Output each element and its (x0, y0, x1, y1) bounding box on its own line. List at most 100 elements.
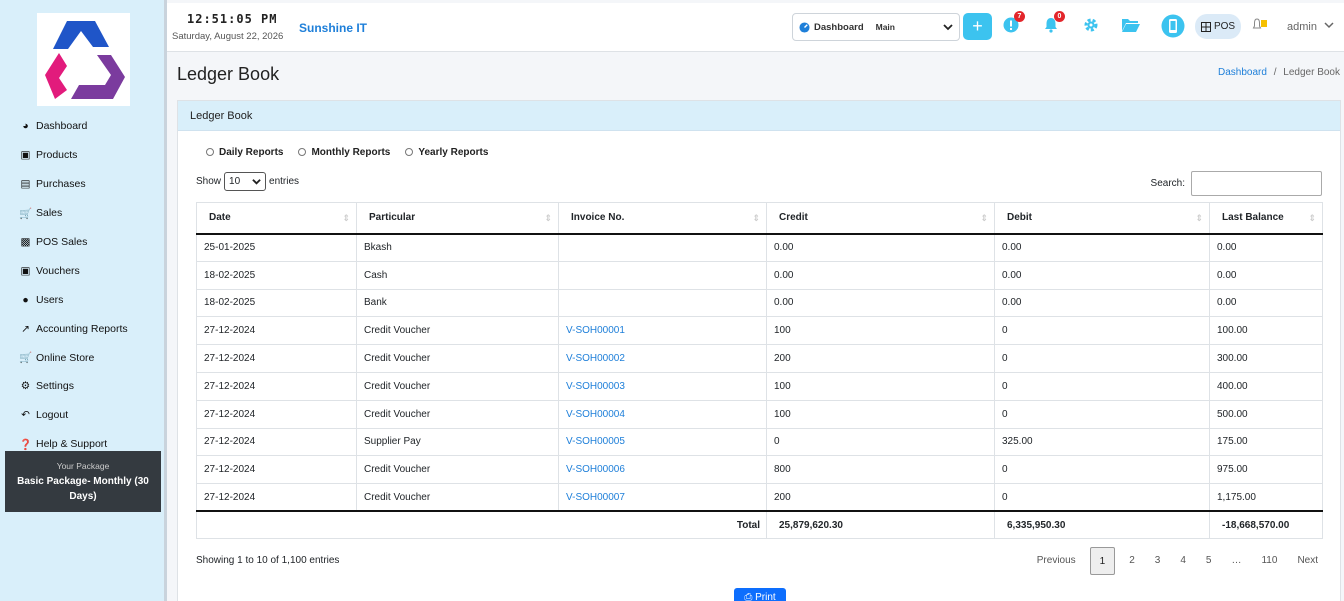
cell-particular: Credit Voucher (356, 483, 559, 512)
print-label: Print (755, 592, 776, 601)
breadcrumb-home[interactable]: Dashboard (1218, 67, 1267, 78)
cell-debit: 0 (994, 371, 1210, 401)
table-row: 27-12-2024 Credit Voucher V-SOH00007 200 0 1,… (196, 483, 1323, 512)
gear-icon (1084, 18, 1098, 32)
pagination-page[interactable]: 1 (1089, 547, 1116, 575)
column-header[interactable]: Invoice No. ⇕ (558, 202, 767, 235)
voucher-icon: ▣ (20, 264, 31, 277)
sidebar-item-label: Help & Support (36, 438, 108, 451)
column-header[interactable]: Last Balance ⇕ (1209, 202, 1323, 235)
print-button[interactable]: ⎙ Print (734, 588, 786, 601)
column-header[interactable]: Credit ⇕ (766, 202, 995, 235)
cell-invoice: V-SOH00003 (558, 371, 767, 401)
admin-menu[interactable]: admin (1287, 20, 1334, 33)
cell-balance: 0.00 (1209, 233, 1323, 262)
invoice-link[interactable]: V-SOH00005 (566, 436, 625, 447)
mobile-button[interactable] (1161, 14, 1185, 41)
pagination-page[interactable]: 2 (1119, 547, 1145, 575)
sidebar-item-label: Online Store (36, 351, 95, 364)
pagination-previous[interactable]: Previous (1027, 547, 1086, 575)
report-type-options: Daily Reports Monthly Reports Yearly Rep… (206, 147, 488, 158)
cell-balance: 100.00 (1209, 316, 1323, 346)
total-credit: 25,879,620.30 (766, 510, 995, 539)
dashboard-select[interactable]: Dashboard Main (792, 13, 960, 41)
bell-outline-icon (1252, 18, 1267, 29)
pos-button[interactable]: POS (1195, 14, 1241, 39)
column-header[interactable]: Debit ⇕ (994, 202, 1210, 235)
sidebar-item-label: Logout (36, 409, 69, 422)
sidebar-item-label: Dashboard (36, 120, 88, 133)
invoice-link[interactable]: V-SOH00004 (566, 409, 625, 420)
dashboard-select-value: Main (875, 22, 895, 32)
cell-particular: Credit Voucher (356, 344, 559, 373)
daily-reports-radio[interactable]: Daily Reports (206, 147, 283, 158)
invoice-link[interactable]: V-SOH00001 (566, 325, 625, 336)
alert-button[interactable]: 7 (1003, 11, 1025, 36)
invoice-link[interactable]: V-SOH00003 (566, 381, 625, 392)
cell-invoice: V-SOH00001 (558, 316, 767, 346)
add-button[interactable]: + (963, 13, 992, 40)
admin-name: admin (1287, 21, 1317, 33)
small-bell-button[interactable] (1252, 18, 1268, 35)
sidebar-item-accounting-reports[interactable]: ↗ Accounting Reports (19, 314, 164, 343)
cell-credit: 0.00 (766, 288, 995, 318)
sidebar-item-vouchers[interactable]: ▣ Vouchers (19, 256, 164, 285)
entries-select[interactable]: 10 (224, 172, 267, 191)
monthly-reports-radio[interactable]: Monthly Reports (298, 147, 390, 158)
company-name[interactable]: Sunshine IT (299, 21, 367, 35)
search-input[interactable] (1191, 171, 1322, 196)
pagination-page[interactable]: 3 (1145, 547, 1171, 575)
invoice-link[interactable]: V-SOH00006 (566, 464, 625, 475)
radio-circle-icon (405, 148, 414, 156)
sidebar-item-purchases[interactable]: ▤ Purchases (19, 170, 164, 199)
entries-length: Show 10 entries (196, 172, 299, 191)
chevron-down-icon (252, 179, 261, 185)
sidebar-item-label: Purchases (36, 178, 86, 191)
show-label: Show (196, 176, 222, 187)
cell-balance: 1,175.00 (1209, 483, 1323, 512)
sidebar-item-dashboard[interactable]: ◕ Dashboard (19, 112, 164, 141)
cell-date: 27-12-2024 (196, 455, 357, 485)
sidebar-item-users[interactable]: ● Users (19, 285, 164, 314)
sidebar-item-sales[interactable]: 🛒 Sales (19, 199, 164, 228)
company-logo[interactable] (37, 13, 130, 106)
sidebar-item-pos-sales[interactable]: ▩ POS Sales (19, 228, 164, 257)
pagination-next[interactable]: Next (1287, 547, 1328, 575)
total-balance: -18,668,570.00 (1209, 510, 1323, 539)
settings-button[interactable] (1083, 17, 1099, 36)
cell-credit: 0.00 (766, 233, 995, 262)
cell-particular: Credit Voucher (356, 455, 559, 485)
table-info: Showing 1 to 10 of 1,100 entries (196, 555, 340, 566)
sort-icon: ⇕ (752, 213, 760, 223)
box-icon: ▣ (20, 149, 31, 162)
sidebar-item-label: Sales (36, 207, 63, 220)
cell-debit: 325.00 (994, 427, 1210, 457)
cell-debit: 0 (994, 483, 1210, 512)
sidebar-item-products[interactable]: ▣ Products (19, 141, 164, 170)
folder-button[interactable] (1121, 17, 1141, 36)
sidebar-item-settings[interactable]: ⚙ Settings (19, 372, 164, 401)
cell-date: 18-02-2025 (196, 288, 357, 318)
sidebar-item-logout[interactable]: ↶ Logout (19, 401, 164, 430)
sidebar-item-label: POS Sales (36, 236, 88, 248)
cell-debit: 0 (994, 455, 1210, 485)
column-header-label: Credit (779, 212, 808, 224)
cell-balance: 500.00 (1209, 399, 1323, 429)
sidebar-item-online-store[interactable]: 🛒 Online Store (19, 343, 164, 372)
cell-balance: 175.00 (1209, 427, 1323, 457)
breadcrumb-separator: / (1273, 67, 1277, 78)
yearly-reports-radio[interactable]: Yearly Reports (405, 147, 488, 158)
pagination-page[interactable]: 4 (1170, 547, 1196, 575)
pagination-page[interactable]: 5 (1196, 547, 1222, 575)
chevron-down-icon (943, 24, 953, 31)
column-header[interactable]: Particular ⇕ (356, 202, 559, 235)
entries-select-value: 10 (229, 176, 241, 187)
notification-button[interactable]: 0 (1043, 11, 1065, 36)
folder-open-icon (1122, 19, 1140, 32)
pagination-page[interactable]: 110 (1251, 547, 1287, 575)
cell-credit: 100 (766, 371, 995, 401)
dashboard-select-label: Dashboard (814, 21, 864, 33)
invoice-link[interactable]: V-SOH00007 (566, 492, 625, 503)
invoice-link[interactable]: V-SOH00002 (566, 353, 625, 364)
column-header[interactable]: Date ⇕ (196, 202, 357, 235)
